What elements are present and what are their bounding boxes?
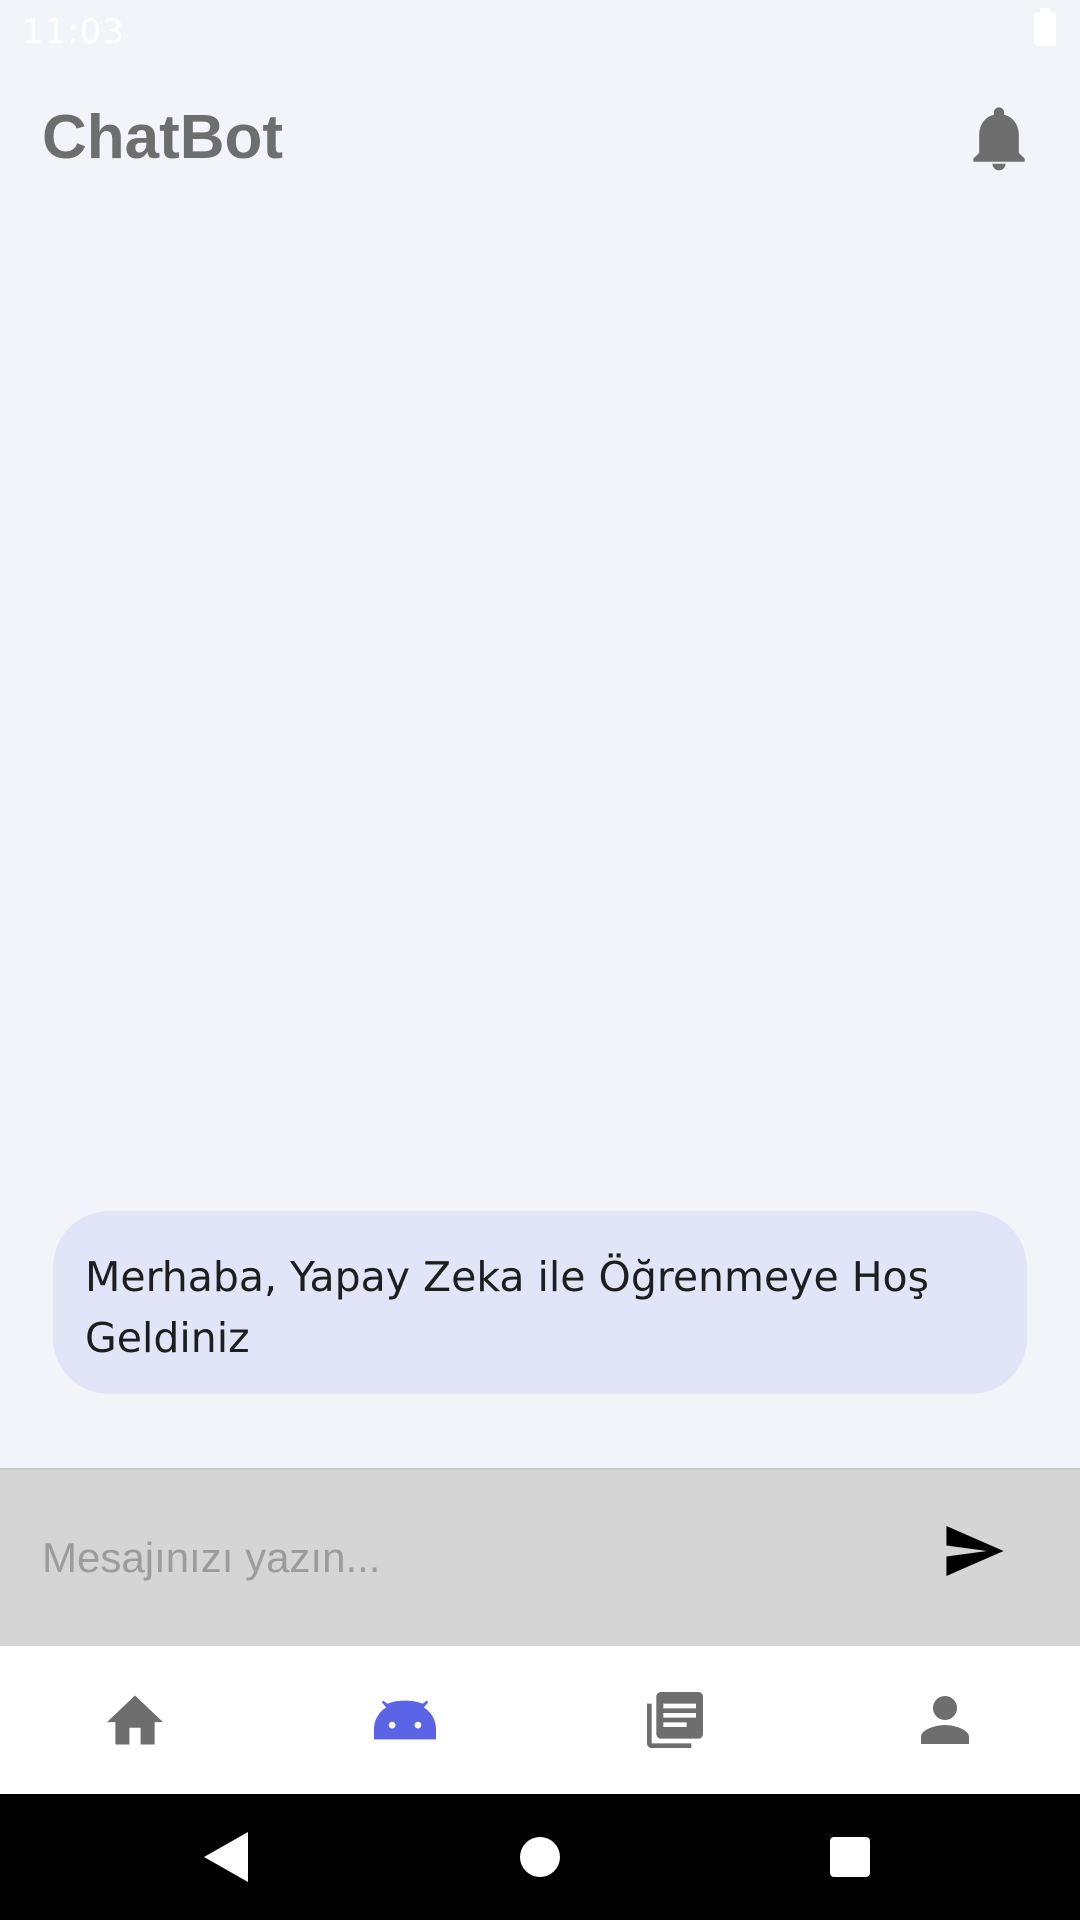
status-time: 11:03	[22, 12, 125, 52]
system-recents-button[interactable]	[820, 1830, 880, 1884]
system-home-button[interactable]	[510, 1830, 570, 1884]
library-books-icon	[647, 1692, 703, 1748]
chat-messages: Merhaba, Yapay Zeka ile Öğrenmeye Hoş Ge…	[0, 212, 1080, 1468]
bottom-navigation	[0, 1646, 1080, 1794]
home-circle-icon	[520, 1837, 560, 1877]
nav-home[interactable]	[0, 1646, 270, 1794]
send-icon	[946, 1526, 1004, 1576]
person-icon	[921, 1696, 969, 1744]
message-input[interactable]	[42, 1518, 862, 1598]
battery-icon	[1034, 8, 1056, 46]
system-navigation-bar	[0, 1794, 1080, 1920]
chatbot-screen: 11:03 ChatBot Merhaba, Yapay Zeka ile Öğ…	[0, 0, 1080, 1920]
android-icon	[374, 1700, 436, 1740]
back-icon	[204, 1832, 248, 1882]
nav-chatbot[interactable]	[270, 1646, 540, 1794]
bot-message-bubble: Merhaba, Yapay Zeka ile Öğrenmeye Hoş Ge…	[53, 1211, 1027, 1394]
home-icon	[107, 1695, 163, 1745]
app-header: ChatBot	[0, 62, 1080, 212]
message-composer	[0, 1468, 1080, 1646]
recents-icon	[830, 1837, 870, 1877]
system-back-button[interactable]	[196, 1830, 256, 1884]
status-bar: 11:03	[0, 0, 1080, 62]
nav-profile[interactable]	[810, 1646, 1080, 1794]
nav-library[interactable]	[540, 1646, 810, 1794]
page-title: ChatBot	[42, 103, 284, 172]
send-button[interactable]	[940, 1516, 1010, 1586]
notifications-button[interactable]	[966, 102, 1032, 178]
bell-icon	[973, 107, 1025, 171]
